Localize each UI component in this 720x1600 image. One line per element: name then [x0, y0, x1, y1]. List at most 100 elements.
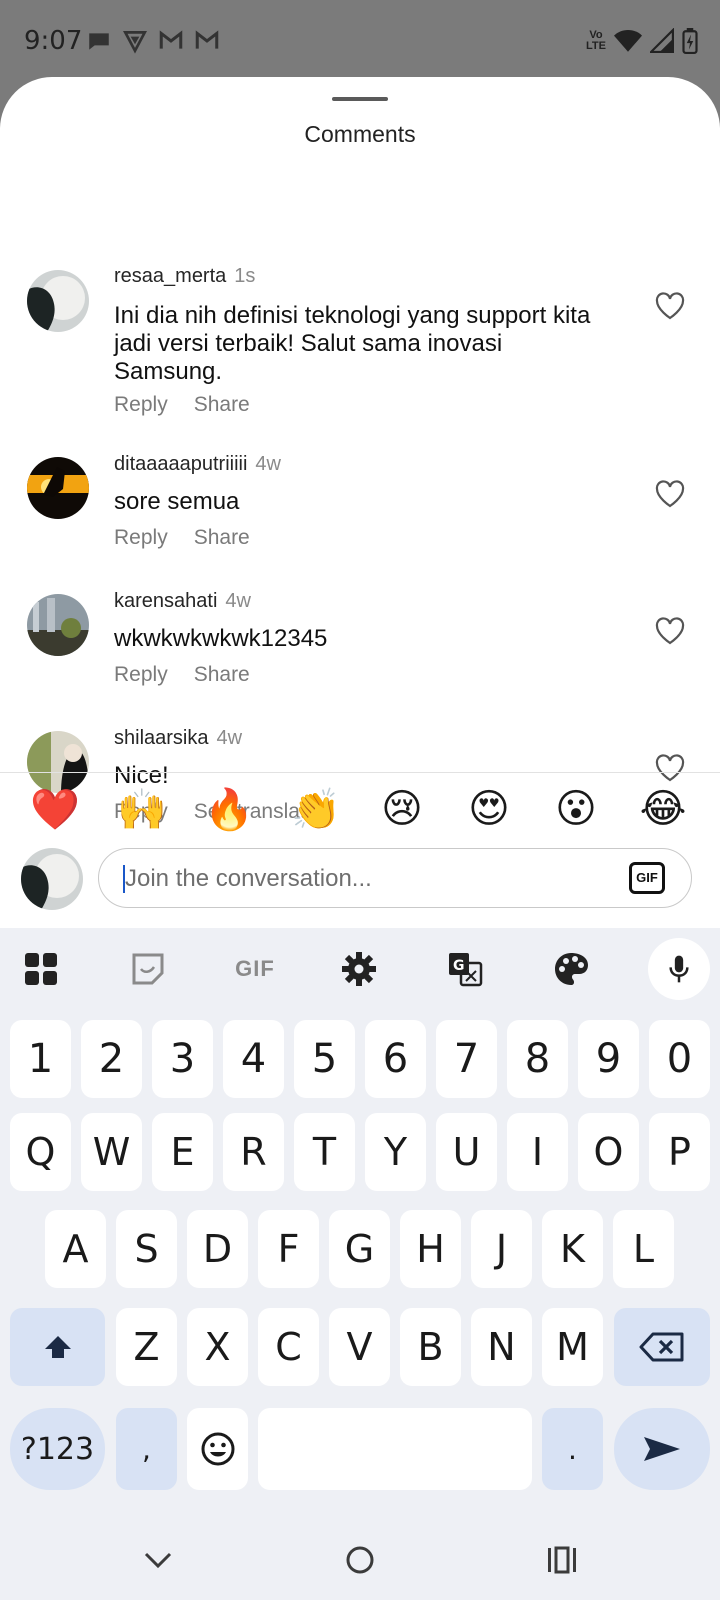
- reaction-surprised[interactable]: 😮: [548, 786, 604, 832]
- key-9[interactable]: 9: [578, 1020, 639, 1098]
- key-8[interactable]: 8: [507, 1020, 568, 1098]
- avatar[interactable]: [27, 731, 89, 793]
- key-q[interactable]: Q: [10, 1113, 71, 1191]
- share-button[interactable]: Share: [194, 393, 250, 416]
- key-t[interactable]: T: [294, 1113, 355, 1191]
- heart-icon[interactable]: [655, 754, 685, 782]
- key-e[interactable]: E: [152, 1113, 213, 1191]
- key-l[interactable]: L: [613, 1210, 674, 1288]
- send-key[interactable]: [614, 1408, 710, 1490]
- heart-icon[interactable]: [655, 292, 685, 320]
- key-0[interactable]: 0: [649, 1020, 710, 1098]
- comment-username[interactable]: ditaaaaaputriiiii: [114, 453, 247, 475]
- reaction-fire[interactable]: 🔥: [201, 786, 257, 833]
- reply-button[interactable]: Reply: [114, 526, 168, 549]
- comment-actions: Reply Share: [114, 393, 276, 417]
- avatar[interactable]: [27, 270, 89, 332]
- settings-gear-icon[interactable]: [328, 938, 390, 1000]
- key-1[interactable]: 1: [10, 1020, 71, 1098]
- key-s[interactable]: S: [116, 1210, 177, 1288]
- send-arrow-icon: [644, 1437, 680, 1461]
- key-x[interactable]: X: [187, 1308, 248, 1386]
- comment-username[interactable]: resaa_merta: [114, 265, 226, 287]
- comment-username[interactable]: karensahati: [114, 590, 217, 612]
- heart-icon[interactable]: [655, 480, 685, 508]
- key-h[interactable]: H: [400, 1210, 461, 1288]
- key-v[interactable]: V: [329, 1308, 390, 1386]
- key-2[interactable]: 2: [81, 1020, 142, 1098]
- comma-key[interactable]: ,: [116, 1408, 177, 1490]
- reply-button[interactable]: Reply: [114, 663, 168, 686]
- emoji-key[interactable]: [187, 1408, 248, 1490]
- share-button[interactable]: Share: [194, 526, 250, 549]
- key-6[interactable]: 6: [365, 1020, 426, 1098]
- microphone-icon[interactable]: [648, 938, 710, 1000]
- theme-palette-icon[interactable]: [540, 938, 602, 1000]
- avatar[interactable]: [27, 594, 89, 656]
- key-p[interactable]: P: [649, 1113, 710, 1191]
- system-icons: Vo LTE: [586, 28, 698, 54]
- key-a[interactable]: A: [45, 1210, 106, 1288]
- reaction-heart-eyes[interactable]: 😍: [461, 786, 517, 832]
- comment-input-box[interactable]: GIF: [98, 848, 692, 908]
- text-caret: [123, 865, 125, 893]
- home-icon[interactable]: [336, 1538, 384, 1582]
- key-j[interactable]: J: [471, 1210, 532, 1288]
- key-o[interactable]: O: [578, 1113, 639, 1191]
- drag-handle[interactable]: [332, 97, 388, 101]
- key-z[interactable]: Z: [116, 1308, 177, 1386]
- key-k[interactable]: K: [542, 1210, 603, 1288]
- gif-icon[interactable]: GIF: [222, 938, 288, 1000]
- comment-actions: Reply Share: [114, 663, 276, 687]
- period-key[interactable]: .: [542, 1408, 603, 1490]
- comment-input[interactable]: [123, 859, 597, 899]
- heart-icon[interactable]: [655, 617, 685, 645]
- reaction-raising-hands[interactable]: 🙌: [114, 786, 170, 833]
- gmail-icon: [195, 30, 219, 49]
- back-chevron-icon[interactable]: [134, 1538, 182, 1582]
- avatar[interactable]: [27, 457, 89, 519]
- backspace-icon: [639, 1332, 684, 1362]
- notification-icons: [86, 28, 220, 54]
- translate-icon[interactable]: G: [434, 938, 496, 1000]
- signal-icon: [650, 28, 674, 53]
- space-key[interactable]: [258, 1408, 532, 1490]
- keyboard-gif-label: GIF: [235, 956, 275, 981]
- keyboard: GIF G 1 2 3 4 5 6 7 8 9 0 Q W E R T Y U: [0, 928, 720, 1600]
- recents-icon[interactable]: [538, 1538, 586, 1582]
- apps-grid-icon[interactable]: [10, 938, 72, 1000]
- gmail-icon: [159, 30, 183, 49]
- comment-time: 4w: [216, 727, 243, 749]
- backspace-key[interactable]: [614, 1308, 710, 1386]
- gif-button[interactable]: GIF: [629, 862, 665, 894]
- key-g[interactable]: G: [329, 1210, 390, 1288]
- key-i[interactable]: I: [507, 1113, 568, 1191]
- key-f[interactable]: F: [258, 1210, 319, 1288]
- key-c[interactable]: C: [258, 1308, 319, 1386]
- key-5[interactable]: 5: [294, 1020, 355, 1098]
- shift-key[interactable]: [10, 1308, 105, 1386]
- key-u[interactable]: U: [436, 1113, 497, 1191]
- key-n[interactable]: N: [471, 1308, 532, 1386]
- comment-actions: Reply Share: [114, 526, 276, 550]
- reaction-crying[interactable]: 😢: [374, 786, 430, 832]
- reaction-laughing[interactable]: 😂: [635, 786, 691, 832]
- key-d[interactable]: D: [187, 1210, 248, 1288]
- sticker-icon[interactable]: [117, 938, 179, 1000]
- reaction-clapping[interactable]: 👏: [288, 786, 344, 833]
- key-r[interactable]: R: [223, 1113, 284, 1191]
- reply-button[interactable]: Reply: [114, 393, 168, 416]
- comment-text: sore semua: [114, 488, 240, 515]
- key-b[interactable]: B: [400, 1308, 461, 1386]
- key-3[interactable]: 3: [152, 1020, 213, 1098]
- key-y[interactable]: Y: [365, 1113, 426, 1191]
- reaction-heart[interactable]: ❤️: [27, 786, 83, 833]
- key-7[interactable]: 7: [436, 1020, 497, 1098]
- system-navigation-bar: [0, 1520, 720, 1600]
- share-button[interactable]: Share: [194, 663, 250, 686]
- key-m[interactable]: M: [542, 1308, 603, 1386]
- comment-username[interactable]: shilaarsika: [114, 727, 208, 749]
- key-w[interactable]: W: [81, 1113, 142, 1191]
- key-4[interactable]: 4: [223, 1020, 284, 1098]
- symbols-key[interactable]: ?123: [10, 1408, 105, 1490]
